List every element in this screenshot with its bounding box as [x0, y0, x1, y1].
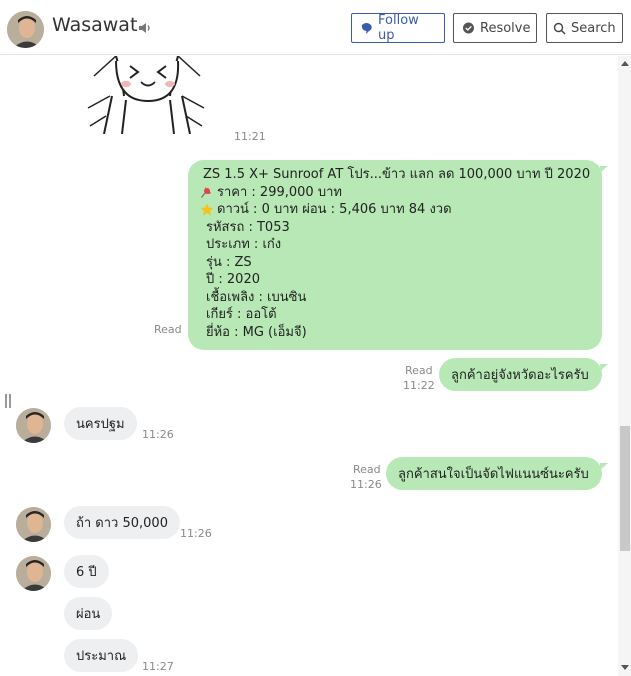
- bubble-tail: [600, 166, 608, 173]
- chat-scrollbar[interactable]: [618, 56, 631, 676]
- resolve-label: Resolve: [480, 20, 531, 36]
- star-icon: [200, 203, 214, 216]
- listing-line: ประเภท : เก๋ง: [206, 237, 282, 252]
- avatar[interactable]: [16, 556, 51, 591]
- incoming-message[interactable]: 6 ปี: [64, 555, 109, 588]
- avatar[interactable]: [16, 507, 51, 542]
- incoming-message[interactable]: นครปฐม: [64, 407, 137, 440]
- message-time: 11:27: [142, 660, 174, 673]
- contact-name: Wasawat: [52, 14, 138, 36]
- sticker-message[interactable]: [86, 56, 206, 135]
- resize-handle[interactable]: [5, 394, 11, 408]
- contact-avatar[interactable]: [7, 11, 44, 48]
- outgoing-message[interactable]: ลูกค้าสนใจเป็นจัดไฟแนนซ์นะครับ: [386, 457, 602, 490]
- follow-up-label: Follow up: [378, 13, 419, 43]
- chat-check-icon: [463, 22, 474, 33]
- message-time: 11:26: [350, 478, 382, 491]
- listing-line: ดาวน์ : 0 บาท ผ่อน : 5,406 บาท 84 งวด: [200, 201, 590, 219]
- read-status: Read: [353, 463, 381, 476]
- follow-up-button[interactable]: Follow up: [351, 13, 445, 43]
- scrollbar-thumb[interactable]: [620, 426, 630, 551]
- incoming-message[interactable]: ประมาณ: [64, 639, 139, 672]
- listing-line: รุ่น : ZS: [206, 254, 252, 270]
- message-time: 11:26: [142, 428, 174, 441]
- resolve-button[interactable]: Resolve: [453, 13, 537, 43]
- car-listing-message[interactable]: ZS 1.5 X+ Sunroof AT โปร...ข้าว แลก ลด 1…: [188, 160, 602, 350]
- incoming-message[interactable]: ผ่อน: [64, 597, 113, 630]
- listing-line: เชื้อเพลิง : เบนซิน: [206, 289, 307, 305]
- scroll-down-arrow-icon[interactable]: [621, 665, 629, 670]
- follow-up-icon: [361, 22, 372, 34]
- search-button[interactable]: Search: [546, 13, 623, 43]
- read-status: Read: [405, 364, 433, 377]
- listing-line: ZS 1.5 X+ Sunroof AT โปร...ข้าว แลก ลด 1…: [203, 167, 591, 182]
- message-time: 11:26: [180, 527, 212, 540]
- search-label: Search: [571, 20, 616, 36]
- bubble-tail: [600, 463, 608, 470]
- chat-messages[interactable]: 11:21 Read ZS 1.5 X+ Sunroof AT โปร...ข้…: [0, 56, 618, 676]
- listing-line: ยี่ห้อ : MG (เอ็มจี): [206, 324, 307, 340]
- avatar[interactable]: [16, 408, 51, 443]
- chat-header: Wasawat Follow up Resolve Search: [0, 0, 631, 55]
- scroll-up-arrow-icon[interactable]: [621, 61, 629, 66]
- listing-line: เกียร์ : ออโต้: [206, 307, 277, 322]
- read-status: Read: [154, 323, 182, 336]
- speaker-icon[interactable]: [138, 20, 152, 34]
- message-time: 11:22: [403, 379, 435, 392]
- listing-line: ราคา : 299,000 บาท: [200, 184, 590, 202]
- search-icon: [553, 22, 566, 35]
- listing-line: รหัสรถ : T053: [206, 219, 290, 235]
- listing-line: ปี : 2020: [206, 272, 260, 287]
- outgoing-message[interactable]: ลูกค้าอยู่จังหวัดอะไรครับ: [439, 358, 602, 391]
- bubble-tail: [600, 364, 608, 371]
- message-time: 11:21: [234, 130, 266, 143]
- pushpin-icon: [200, 186, 211, 198]
- incoming-message[interactable]: ถ้า ดาว 50,000: [64, 506, 180, 539]
